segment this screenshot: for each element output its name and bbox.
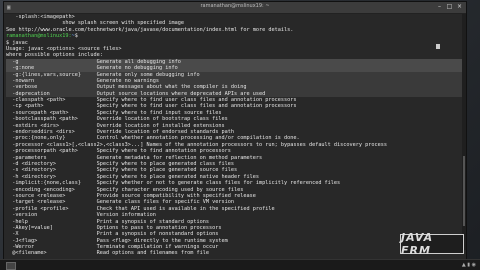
maximize-icon[interactable]: □ [446,3,453,10]
terminal-line-text: -g Generate all debugging info [6,58,181,65]
terminal-line-text: -classpath <path> Specify where to find … [6,97,297,104]
terminal-line-text: -Akey[=value] Options to pass to annotat… [6,224,222,231]
terminal-line-text: -extdirs <dirs> Override location of ins… [6,122,225,129]
terminal-line-text: Usage: javac <options> <source files> [6,45,122,52]
terminal-line-text: -g:none Generate no debugging info [6,65,178,72]
watermark-logo: JAVA FRM [400,231,464,257]
window-title: ramanathan@mslinux19: ~ [200,3,270,9]
terminal-line-text: $ [74,33,78,40]
prompt-user-host: ramanathan@mslinux19: [6,33,72,40]
terminal-line-text: -sourcepath <path> Specify where to find… [6,109,222,116]
terminal-line-text: -target <release> Generate class files f… [6,199,234,206]
terminal-line-text: -Werror Terminate compilation if warning… [6,244,219,251]
terminal-line-text: -g:{lines,vars,source} Generate only som… [6,71,200,78]
terminal-line-text: -s <directory> Specify where to place ge… [6,167,238,174]
terminal-line-text: -parameters Generate metadata for reflec… [6,154,263,161]
terminal-line-text: -proc:{none,only} Control whether annota… [6,135,300,142]
mouse-cursor-icon [436,44,440,49]
terminal-line-text: @<filename> Read options and filenames f… [6,250,210,257]
terminal-line-text: $ javac [6,39,28,46]
scrollbar[interactable] [462,14,466,250]
terminal-line-text: -verbose Output messages about what the … [6,84,247,91]
terminal-line-text: -encoding <encoding> Specify character e… [6,186,244,193]
terminal-line-text: -version Version information [6,212,156,219]
terminal-line-text: -endorseddirs <dirs> Override location o… [6,129,234,136]
terminal-output[interactable]: -splash:<imagepath> show splash screen w… [4,14,466,260]
system-tray[interactable]: ▲ ▮ ◉ [462,262,476,268]
terminal-line-text: -source <release> Provide source compati… [6,192,256,199]
terminal-line-text: -profile <profile> Check that API used i… [6,205,275,212]
terminal-line-text: -X Print a synopsis of nonstandard optio… [6,231,219,238]
scrollbar-thumb[interactable] [463,155,465,227]
taskbar: ▲ ▮ ◉ [0,259,480,270]
terminal-line-text: where possible options include: [6,52,103,59]
terminal-line-text: -cp <path> Specify where to find user cl… [6,103,297,110]
terminal-line-text: -splash:<imagepath> [6,14,75,20]
terminal-line-text: -J<flag> Pass <flag> directly to the run… [6,237,228,244]
terminal-line-text: -implicit:{none,class} Specify whether o… [6,180,341,187]
terminal-line-text: -processorpath <path> Specify where to f… [6,148,231,155]
terminal-line-text: -help Print a synopsis of standard optio… [6,218,210,225]
terminal-line-text: See http://www.oracle.com/technetwork/ja… [6,26,294,33]
terminal-line-text: -deprecation Output source locations whe… [6,90,266,97]
terminal-window[interactable]: ▣ ramanathan@mslinux19: ~ – □ × -splash:… [4,2,466,260]
close-icon[interactable]: × [456,3,463,10]
terminal-line-text: -d <directory> Specify where to place ge… [6,160,234,167]
terminal-line-text: -bootclasspath <path> Override location … [6,116,228,123]
minimize-icon[interactable]: – [436,3,443,10]
window-titlebar[interactable]: ▣ ramanathan@mslinux19: ~ – □ × [4,2,466,14]
terminal-app-icon[interactable] [6,262,16,270]
terminal-line-text: -h <directory> Specify where to place ge… [6,173,259,180]
terminal-line-text: -processor <class1>[,<class2>,<class3>..… [6,141,388,148]
terminal-line-text: show splash screen with specified image [6,20,185,27]
terminal-line-text: -nowarn Generate no warnings [6,77,160,84]
